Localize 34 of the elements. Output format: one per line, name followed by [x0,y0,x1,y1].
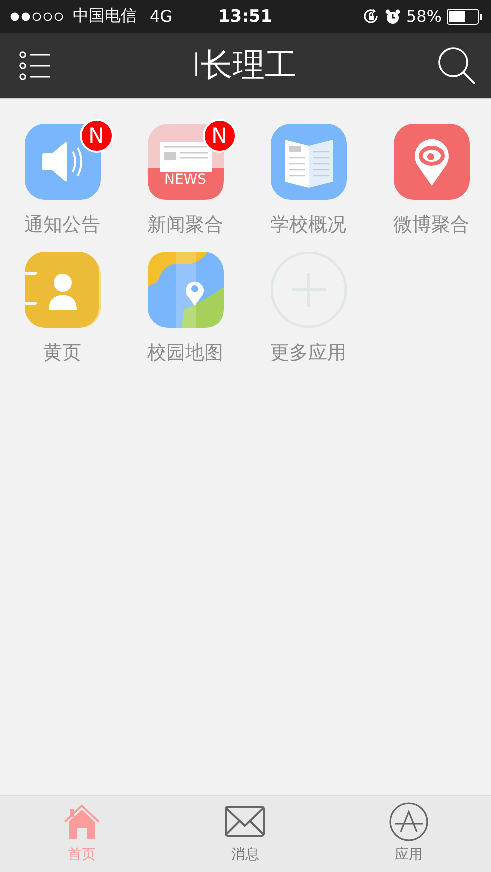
app-label[interactable]: 通知公告 [24,212,100,238]
tab-label: 消息 [231,846,260,864]
app-title: I长理工 [192,44,298,86]
carrier-name: 中国电信 [73,6,137,27]
home-icon [62,802,102,842]
clock-time: 13:51 [218,6,273,26]
network-type: 4G [150,7,173,26]
tab-label: 应用 [395,846,424,864]
menu-icon[interactable] [19,50,51,80]
eye-pin-icon[interactable] [394,124,470,200]
battery-icon [447,8,483,24]
new-badge: N [80,119,114,153]
icon-label: NEWS [164,172,207,188]
app-store-icon [389,802,430,842]
open-book-icon[interactable] [270,124,346,200]
speaker-icon[interactable] [24,124,100,200]
app-label[interactable]: 微博聚合 [394,212,470,238]
app-label[interactable]: 黄页 [44,340,82,366]
rotation-lock-icon [363,8,380,25]
app-label[interactable]: 更多应用 [270,340,346,366]
app-label[interactable]: 校园地图 [148,340,224,366]
battery-percent: 58% [406,7,442,26]
search-icon[interactable] [438,46,476,84]
tab-label: 首页 [68,846,96,864]
tab-item[interactable]: 首页 [22,796,142,872]
tab-item[interactable]: 消息 [185,796,306,872]
alarm-clock-icon [385,8,402,24]
tab-item[interactable]: 应用 [349,796,470,872]
app-label[interactable]: 学校概况 [270,212,346,238]
new-badge: N [202,119,236,153]
contact-book-icon[interactable] [24,252,100,328]
newspaper-icon[interactable] [148,124,224,200]
app-label[interactable]: 新闻聚合 [148,212,224,238]
map-pin-icon[interactable] [148,252,224,328]
